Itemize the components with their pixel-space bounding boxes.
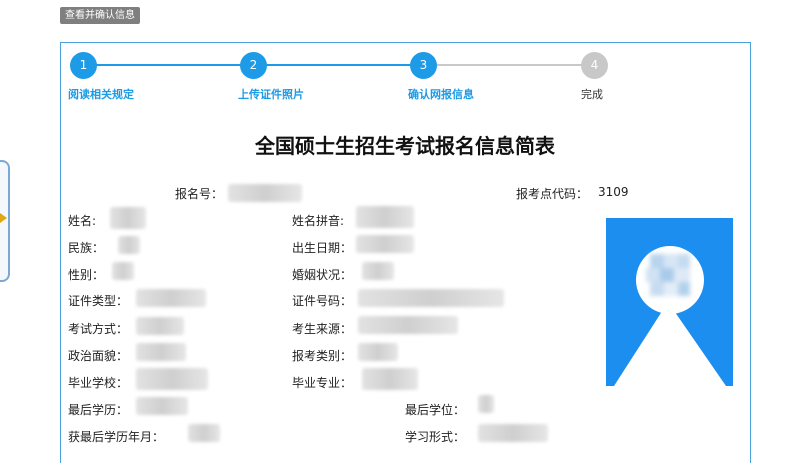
source-label: 考生来源： [292, 322, 353, 336]
exam-mode-value-redacted [136, 317, 184, 335]
step-1-circle: 1 [70, 52, 97, 79]
category-label: 报考类别： [292, 349, 353, 363]
school-label: 毕业学校： [68, 376, 129, 390]
study-form-label: 学习形式： [405, 430, 466, 444]
reg-no-value-redacted [228, 184, 302, 202]
name-label: 姓名: [68, 214, 97, 228]
last-edu-value-redacted [136, 397, 188, 415]
id-no-label: 证件号码： [292, 294, 353, 308]
political-value-redacted [136, 343, 186, 361]
confirm-info-button[interactable]: 查看并确认信息 [60, 7, 140, 24]
study-form-value-redacted [478, 424, 548, 442]
edu-date-value-redacted [188, 424, 220, 442]
step-2-circle: 2 [240, 52, 267, 79]
edu-date-label: 获最后学历年月： [68, 430, 165, 444]
id-type-value-redacted [136, 289, 206, 307]
political-label: 政治面貌： [68, 349, 129, 363]
exam-mode-label: 考试方式： [68, 322, 129, 336]
id-no-value-redacted [358, 289, 504, 307]
site-code-label: 报考点代码： [516, 187, 589, 201]
major-value-redacted [362, 368, 418, 390]
id-type-label: 证件类型： [68, 294, 129, 308]
expand-arrow-icon[interactable] [0, 213, 7, 223]
school-value-redacted [136, 368, 208, 390]
reg-no-label: 报名号： [175, 187, 224, 201]
ethnicity-label: 民族： [68, 241, 105, 255]
step-4-label: 完成 [581, 88, 603, 101]
progress-line-pending [424, 64, 594, 66]
source-value-redacted [358, 316, 458, 334]
gender-label: 性别： [68, 268, 105, 282]
marital-value-redacted [362, 262, 394, 280]
pinyin-label: 姓名拼音: [292, 214, 345, 228]
name-value-redacted [110, 207, 146, 229]
ethnicity-value-redacted [118, 236, 140, 254]
marital-label: 婚姻状况： [292, 268, 353, 282]
category-value-redacted [358, 343, 398, 361]
site-code-value: 3109 [598, 185, 629, 199]
birthdate-label: 出生日期： [292, 241, 353, 255]
last-edu-label: 最后学历： [68, 403, 129, 417]
id-photo [606, 218, 733, 386]
gender-value-redacted [112, 262, 134, 280]
step-2-label: 上传证件照片 [238, 88, 304, 101]
step-4-circle: 4 [581, 52, 608, 79]
last-degree-value-redacted [478, 395, 494, 413]
step-3-circle: 3 [410, 52, 437, 79]
birthdate-value-redacted [356, 235, 414, 253]
form-title: 全国硕士生招生考试报名信息简表 [255, 134, 555, 158]
pinyin-value-redacted [356, 206, 414, 228]
major-label: 毕业专业： [292, 376, 353, 390]
step-3-label: 确认网报信息 [408, 88, 474, 101]
last-degree-label: 最后学位： [405, 403, 466, 417]
step-1-label: 阅读相关规定 [68, 88, 134, 101]
